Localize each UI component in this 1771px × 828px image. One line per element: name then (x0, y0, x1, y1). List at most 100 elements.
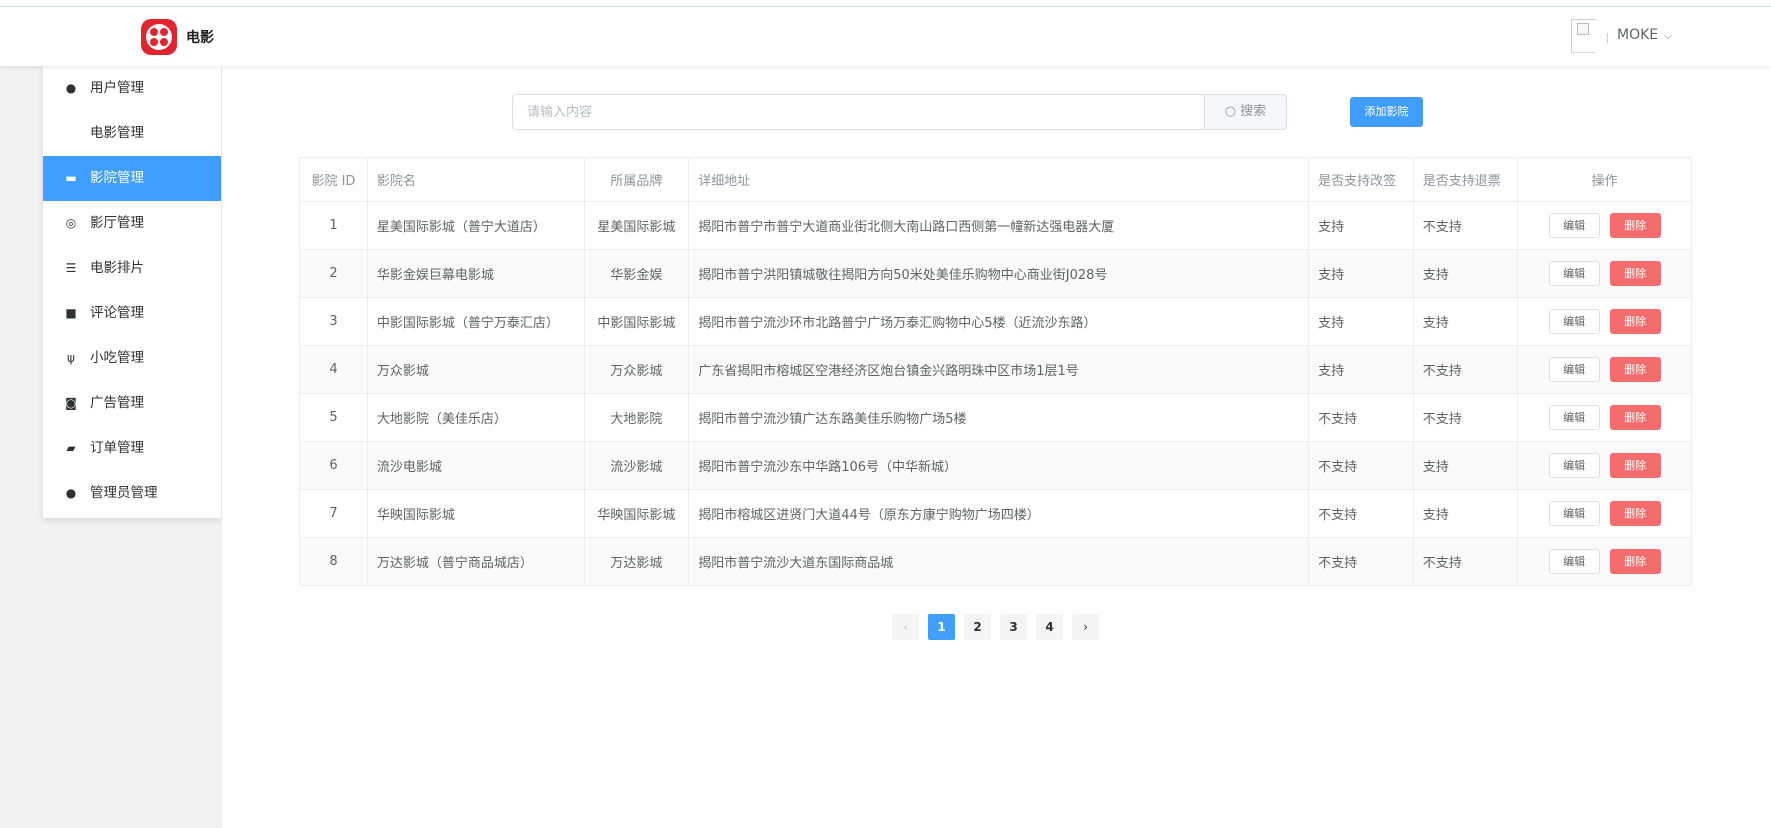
cell-id: 2 (299, 249, 368, 298)
sidebar-item-admins[interactable]: ● 管理员管理 (43, 471, 221, 516)
cell-change: 不支持 (1308, 537, 1414, 586)
username[interactable]: MOKE (1617, 27, 1658, 43)
page-button-4[interactable]: 4 (1036, 614, 1063, 640)
column-header-change[interactable]: 是否支持改签 (1308, 157, 1414, 202)
film-reel-icon (146, 24, 172, 50)
cell-actions: 编辑 删除 (1517, 201, 1692, 250)
search-box (512, 94, 1207, 130)
edit-button[interactable]: 编辑 (1548, 261, 1600, 286)
sidebar-item-users[interactable]: ● 用户管理 (43, 66, 221, 111)
sidebar-item-label: 管理员管理 (90, 485, 158, 501)
column-header-brand[interactable]: 所属品牌 (583, 157, 690, 202)
edit-button[interactable]: 编辑 (1548, 405, 1600, 430)
cell-id: 3 (299, 297, 368, 346)
next-page-button[interactable]: › (1072, 614, 1099, 640)
sidebar-item-halls[interactable]: ◎ 影厅管理 (43, 201, 221, 246)
delete-button[interactable]: 删除 (1609, 501, 1661, 526)
cell-name: 华影金娱巨幕电影城 (366, 249, 585, 298)
cell-name: 中影国际影城（普宁万泰汇店） (366, 297, 585, 346)
table-row: 2 华影金娱巨幕电影城 华影金娱 揭阳市普宁洪阳镇城敬往揭阳方向50米处美佳乐购… (299, 249, 1692, 298)
cell-refund: 不支持 (1412, 201, 1519, 250)
cell-brand: 华映国际影城 (583, 489, 690, 538)
cell-id: 8 (299, 537, 368, 586)
sidebar-item-schedule[interactable]: ☰ 电影排片 (43, 246, 221, 291)
edit-button[interactable]: 编辑 (1548, 309, 1600, 334)
sidebar-item-comments[interactable]: ■ 评论管理 (43, 291, 221, 336)
sidebar-item-orders[interactable]: ▰ 订单管理 (43, 426, 221, 471)
sidebar-item-movies[interactable]: 电影管理 (43, 111, 221, 156)
list-icon: ☰ (65, 261, 77, 275)
cell-refund: 支持 (1412, 297, 1519, 346)
cell-name: 万众影城 (366, 345, 585, 394)
cell-actions: 编辑 删除 (1517, 489, 1692, 538)
cell-address: 揭阳市普宁市普宁大道商业街北侧大南山路口西侧第一幢新达强电器大厦 (688, 201, 1310, 250)
cell-change: 不支持 (1308, 489, 1414, 538)
cell-refund: 支持 (1412, 441, 1519, 490)
table-row: 8 万达影城（普宁商品城店） 万达影城 揭阳市普宁流沙大道东国际商品城 不支持 … (299, 537, 1692, 586)
cell-refund: 支持 (1412, 249, 1519, 298)
page-button-2[interactable]: 2 (964, 614, 991, 640)
avatar[interactable] (1571, 19, 1596, 53)
admin-icon: ● (65, 486, 77, 500)
column-header-id[interactable]: 影院 ID (299, 157, 368, 202)
edit-button[interactable]: 编辑 (1548, 213, 1600, 238)
delete-button[interactable]: 删除 (1609, 405, 1661, 430)
sidebar-item-label: 电影排片 (90, 260, 144, 276)
sidebar-item-label: 广告管理 (90, 395, 144, 411)
cell-actions: 编辑 删除 (1517, 249, 1692, 298)
table-row: 5 大地影院（美佳乐店） 大地影院 揭阳市普宁流沙镇广达东路美佳乐购物广场5楼 … (299, 393, 1692, 442)
chevron-down-icon[interactable]: ⌵ (1664, 29, 1672, 43)
column-header-name[interactable]: 影院名 (366, 157, 585, 202)
fork-knife-icon: ψ (67, 351, 75, 365)
app-logo-icon[interactable] (141, 19, 177, 55)
search-input[interactable] (513, 95, 1205, 129)
delete-button[interactable]: 删除 (1609, 357, 1661, 382)
sidebar-item-label: 小吃管理 (90, 350, 144, 366)
add-cinema-button[interactable]: 添加影院 (1350, 97, 1423, 127)
cell-address: 揭阳市普宁流沙环市北路普宁广场万泰汇购物中心5楼（近流沙东路） (688, 297, 1310, 346)
column-header-refund[interactable]: 是否支持退票 (1412, 157, 1519, 202)
cell-brand: 星美国际影城 (583, 201, 690, 250)
cell-name: 万达影城（普宁商品城店） (366, 537, 585, 586)
sidebar-item-snacks[interactable]: ψ 小吃管理 (43, 336, 221, 381)
page-button-1[interactable]: 1 (928, 614, 955, 640)
cell-refund: 不支持 (1412, 393, 1519, 442)
app-header: 电影 MOKE ⌵ (0, 7, 1771, 66)
sidebar-item-cinemas[interactable]: ▬ 影院管理 (43, 156, 221, 201)
cell-address: 揭阳市普宁流沙镇广达东路美佳乐购物广场5楼 (688, 393, 1310, 442)
sidebar-item-ads[interactable]: ◙ 广告管理 (43, 381, 221, 426)
column-header-address[interactable]: 详细地址 (688, 157, 1310, 202)
search-button-label: 搜索 (1240, 104, 1267, 119)
edit-button[interactable]: 编辑 (1548, 549, 1600, 574)
sidebar-item-label: 电影管理 (90, 125, 144, 141)
cell-id: 6 (299, 441, 368, 490)
edit-button[interactable]: 编辑 (1548, 453, 1600, 478)
cell-actions: 编辑 删除 (1517, 297, 1692, 346)
delete-button[interactable]: 删除 (1609, 213, 1661, 238)
cell-refund: 支持 (1412, 489, 1519, 538)
delete-button[interactable]: 删除 (1609, 309, 1661, 334)
prev-page-button[interactable]: ‹ (892, 614, 919, 640)
cell-id: 5 (299, 393, 368, 442)
sidebar-item-label: 用户管理 (90, 80, 144, 96)
edit-button[interactable]: 编辑 (1548, 357, 1600, 382)
table-row: 7 华映国际影城 华映国际影城 揭阳市榕城区进贤门大道44号（原东方康宁购物广场… (299, 489, 1692, 538)
sidebar-item-label: 订单管理 (90, 440, 144, 456)
cinema-icon: ▬ (65, 171, 77, 185)
delete-button[interactable]: 删除 (1609, 549, 1661, 574)
delete-button[interactable]: 删除 (1609, 453, 1661, 478)
main-content: ○ 搜索 添加影院 影院 ID 影院名 所属品牌 详细地址 是否支持改签 是否支… (222, 66, 1771, 828)
edit-button[interactable]: 编辑 (1548, 501, 1600, 526)
cell-refund: 不支持 (1412, 537, 1519, 586)
delete-button[interactable]: 删除 (1609, 261, 1661, 286)
page-button-3[interactable]: 3 (1000, 614, 1027, 640)
cell-brand: 大地影院 (583, 393, 690, 442)
cell-change: 不支持 (1308, 441, 1414, 490)
column-header-actions: 操作 (1517, 157, 1692, 202)
app-brand: 电影 (186, 30, 214, 46)
header-divider (1607, 33, 1608, 43)
cell-actions: 编辑 删除 (1517, 393, 1692, 442)
cell-address: 广东省揭阳市榕城区空港经济区炮台镇金兴路明珠中区市场1层1号 (688, 345, 1310, 394)
user-icon: ● (65, 81, 77, 95)
search-button[interactable]: ○ 搜索 (1204, 94, 1287, 130)
